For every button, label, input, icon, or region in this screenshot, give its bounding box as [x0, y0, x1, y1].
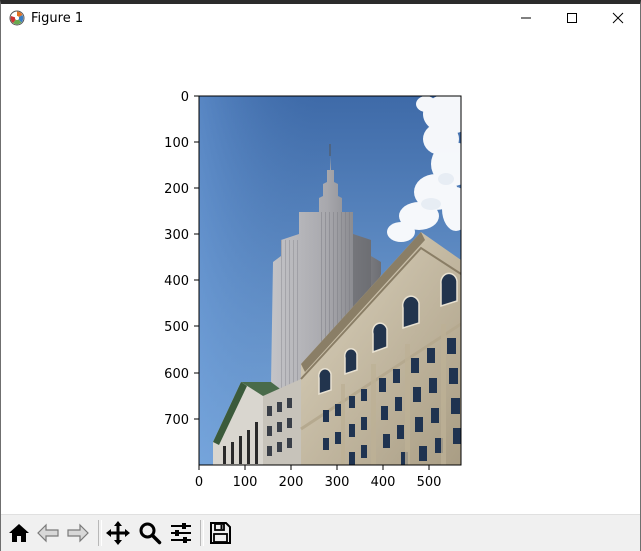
- floppy-disk-icon: [210, 522, 231, 544]
- photo-image: [199, 96, 461, 465]
- pan-button[interactable]: [104, 519, 132, 547]
- close-icon: [612, 12, 624, 24]
- y-tick-label: 100: [164, 136, 189, 151]
- toolbar-separator: [200, 520, 204, 546]
- x-tick-label: 300: [325, 475, 350, 490]
- sliders-icon: [171, 523, 191, 543]
- home-button[interactable]: [5, 519, 33, 547]
- y-axis: 0 100 200 300 400 500 600 700: [164, 90, 199, 428]
- configure-subplots-button[interactable]: [167, 519, 195, 547]
- move-icon: [106, 521, 130, 545]
- y-tick-label: 500: [164, 320, 189, 335]
- minimize-icon: [521, 17, 531, 19]
- magnifier-icon: [139, 522, 162, 545]
- save-button[interactable]: [206, 519, 234, 547]
- plot-area: 0 100 200 300 400 500 600 700 0 100 200: [164, 90, 462, 490]
- toolbar-separator: [98, 520, 102, 546]
- x-tick-label: 200: [279, 475, 304, 490]
- close-button[interactable]: [595, 4, 641, 32]
- maximize-icon: [567, 13, 577, 23]
- zoom-button[interactable]: [136, 519, 164, 547]
- window-title: Figure 1: [31, 11, 84, 26]
- x-tick-label: 500: [417, 475, 442, 490]
- forward-arrow-icon: [67, 523, 89, 543]
- home-icon: [9, 524, 29, 542]
- back-button[interactable]: [34, 519, 62, 547]
- maximize-button[interactable]: [549, 4, 595, 32]
- forward-button[interactable]: [64, 519, 92, 547]
- back-arrow-icon: [37, 523, 59, 543]
- y-tick-label: 700: [164, 413, 189, 428]
- x-tick-label: 0: [195, 475, 203, 490]
- x-tick-label: 400: [371, 475, 396, 490]
- figure-canvas[interactable]: 0 100 200 300 400 500 600 700 0 100 200: [1, 34, 640, 515]
- y-tick-label: 200: [164, 182, 189, 197]
- y-tick-label: 600: [164, 367, 189, 382]
- y-tick-label: 300: [164, 228, 189, 243]
- x-tick-label: 100: [233, 475, 258, 490]
- figure-window: Figure 1 0 100 200 300 400 500 600 700 0…: [0, 0, 641, 551]
- y-tick-label: 400: [164, 274, 189, 289]
- navigation-toolbar: [1, 514, 640, 551]
- y-tick-label: 0: [181, 90, 189, 105]
- minimize-button[interactable]: [503, 4, 549, 32]
- matplotlib-logo-icon: [9, 10, 25, 26]
- x-axis: 0 100 200 300 400 500: [195, 465, 442, 490]
- title-bar[interactable]: Figure 1: [1, 4, 640, 34]
